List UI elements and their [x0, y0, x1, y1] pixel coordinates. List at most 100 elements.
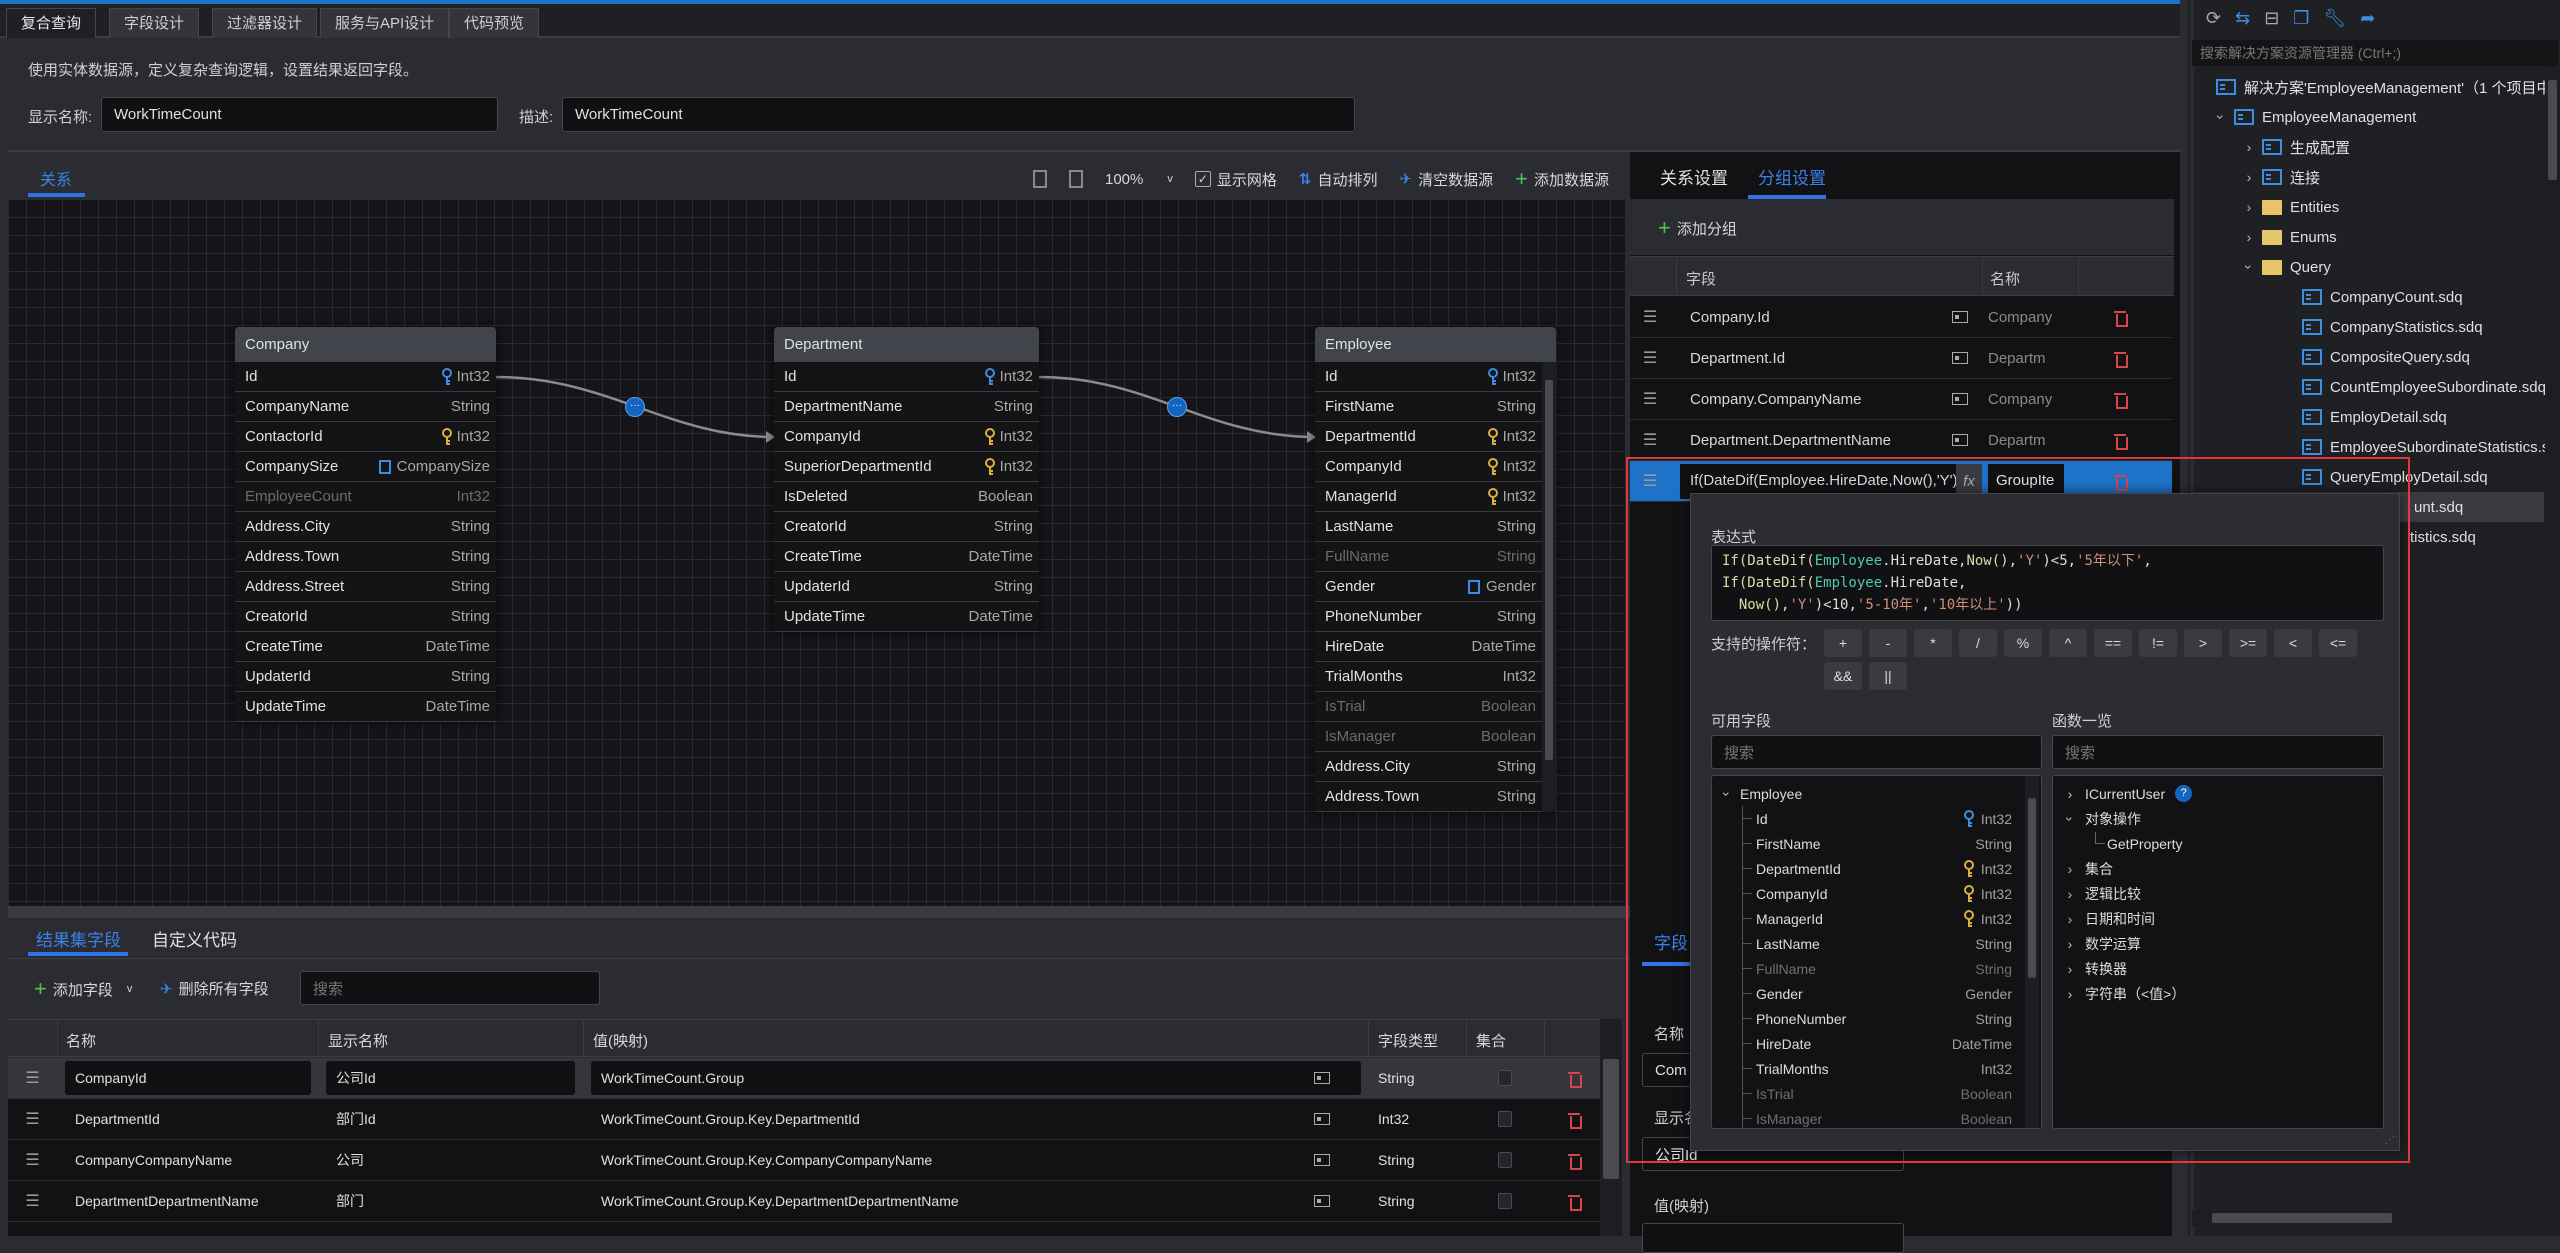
entity-field-row[interactable]: CreatorId String	[774, 512, 1039, 542]
operator-button[interactable]: %	[2004, 629, 2042, 657]
tab-field-design[interactable]: 字段设计	[109, 8, 200, 38]
chevron-right-icon[interactable]: ›	[2065, 936, 2075, 952]
operator-button[interactable]: >	[2184, 629, 2222, 657]
chevron-down-icon[interactable]: ›	[2213, 112, 2229, 122]
chevron-right-icon[interactable]: ›	[2244, 139, 2254, 155]
entity-field-row[interactable]: Address.Town String	[235, 542, 496, 572]
chevron-right-icon[interactable]: ›	[2065, 861, 2075, 877]
function-category[interactable]: › 集合	[2065, 856, 2113, 881]
operator-button[interactable]: <	[2274, 629, 2312, 657]
tree-field-item[interactable]: DepartmentId Int32	[1742, 856, 2012, 881]
tree-field-item[interactable]: FullName String	[1742, 956, 2012, 981]
explorer-item[interactable]: CountEmployeeSubordinate.sdq	[2188, 372, 2546, 402]
field-search-input[interactable]: 搜索	[300, 971, 600, 1005]
relation-canvas[interactable]: ··· ··· Company Id Int32 CompanyName String C…	[8, 199, 1625, 906]
entity-field-row[interactable]: IsTrial Boolean	[1315, 692, 1542, 722]
explorer-item[interactable]: EmployDetail.sdq	[2188, 402, 2544, 432]
chevron-right-icon[interactable]: ›	[2065, 986, 2075, 1002]
add-group-button[interactable]: + 添加分组	[1658, 215, 1737, 241]
sync-icon[interactable]: ⟳	[2206, 8, 2221, 29]
aggregate-checkbox[interactable]	[1498, 1111, 1512, 1127]
properties-wrench-icon[interactable]: 🔧︎	[2323, 8, 2346, 29]
drag-handle-icon[interactable]: ☰	[1630, 307, 1670, 327]
display-name-cell[interactable]: 公司Id	[326, 1061, 575, 1095]
entity-employee[interactable]: Employee Id Int32 FirstName String Department…	[1315, 327, 1556, 812]
entity-field-row[interactable]: UpdaterId String	[774, 572, 1039, 602]
mapping-icon[interactable]	[1314, 1154, 1330, 1166]
delete-icon[interactable]	[1568, 1152, 1582, 1170]
chevron-right-icon[interactable]: ›	[2244, 229, 2254, 245]
mapping-icon[interactable]	[1952, 393, 1968, 405]
entity-field-row[interactable]: Id Int32	[235, 362, 496, 392]
function-category[interactable]: › 逻辑比较	[2065, 881, 2141, 906]
mapping-icon[interactable]	[1952, 311, 1968, 323]
entity-field-row[interactable]: FullName String	[1315, 542, 1542, 572]
entity-field-row[interactable]: ContactorId Int32	[235, 422, 496, 452]
delete-all-fields-button[interactable]: ✈ 删除所有字段	[160, 978, 269, 999]
fields-scrollbar[interactable]	[2025, 776, 2039, 1128]
mapping-icon[interactable]	[1314, 1072, 1330, 1084]
add-source-button[interactable]: + 添加数据源	[1515, 166, 1609, 192]
chevron-right-icon[interactable]: ›	[2065, 886, 2075, 902]
drag-handle-icon[interactable]: ☰	[1630, 430, 1670, 450]
entity-field-row[interactable]: Address.City String	[235, 512, 496, 542]
tree-field-item[interactable]: Id Int32	[1742, 806, 2012, 831]
tab-code-preview[interactable]: 代码预览	[449, 8, 540, 38]
explorer-item[interactable]: QueryEmployDetail.sdq	[2188, 462, 2544, 492]
function-category[interactable]: › 对象操作	[2062, 806, 2141, 831]
chevron-right-icon[interactable]: ›	[2065, 911, 2075, 927]
tab-relation-settings[interactable]: 关系设置	[1660, 164, 1728, 189]
entity-field-row[interactable]: CompanyId Int32	[774, 422, 1039, 452]
tree-field-item[interactable]: IsTrial Boolean	[1742, 1081, 2012, 1106]
group-field[interactable]: Department.DepartmentName	[1680, 432, 1970, 449]
drag-handle-icon[interactable]: ☰	[13, 1150, 53, 1170]
value-cell[interactable]: WorkTimeCount.Group	[591, 1061, 1361, 1095]
entity-field-row[interactable]: CreatorId String	[235, 602, 496, 632]
result-row[interactable]: ☰ CompanyId 公司Id WorkTimeCount.Group String	[8, 1058, 1600, 1099]
drag-handle-icon[interactable]: ☰	[1630, 389, 1670, 409]
chevron-right-icon[interactable]: ›	[2244, 169, 2254, 185]
entity-company[interactable]: Company Id Int32 CompanyName String Contactor…	[235, 327, 496, 722]
tab-custom-code[interactable]: 自定义代码	[152, 926, 237, 951]
delete-icon[interactable]	[1568, 1070, 1582, 1088]
tab-field[interactable]: 字段	[1654, 929, 1688, 954]
delete-icon[interactable]	[2114, 350, 2128, 368]
entity-field-row[interactable]: EmployeeCount Int32	[235, 482, 496, 512]
operator-button[interactable]: /	[1959, 629, 1997, 657]
result-table-scrollbar[interactable]	[1600, 1019, 1622, 1236]
operator-button[interactable]: +	[1824, 629, 1862, 657]
explorer-item[interactable]: › Query	[2188, 252, 2544, 282]
group-field[interactable]: Company.Id	[1680, 309, 1970, 326]
description-input[interactable]: WorkTimeCount	[562, 97, 1355, 132]
delete-icon[interactable]	[2114, 473, 2128, 491]
drag-handle-icon[interactable]: ☰	[13, 1191, 53, 1211]
entity-field-row[interactable]: Id Int32	[774, 362, 1039, 392]
explorer-item[interactable]: CompanyCount.sdq	[2188, 282, 2544, 312]
help-icon[interactable]: ?	[2175, 785, 2193, 802]
operator-button[interactable]: *	[1914, 629, 1952, 657]
delete-icon[interactable]	[2114, 309, 2128, 327]
function-category[interactable]: › 日期和时间	[2065, 906, 2155, 931]
entity-field-row[interactable]: FirstName String	[1315, 392, 1542, 422]
entity-field-row[interactable]: CompanyName String	[235, 392, 496, 422]
entity-field-row[interactable]: IsManager Boolean	[1315, 722, 1542, 752]
entity-field-row[interactable]: Id Int32	[1315, 362, 1542, 392]
function-category[interactable]: › 字符串（<值>）	[2065, 981, 2186, 1006]
group-field[interactable]: Department.Id	[1680, 350, 1970, 367]
drag-handle-icon[interactable]: ☰	[1630, 348, 1670, 368]
function-item[interactable]: GetProperty	[2095, 831, 2182, 856]
explorer-item[interactable]: 解决方案'EmployeeManagement'（1 个项目中的	[2188, 72, 2560, 102]
entity-field-row[interactable]: IsDeleted Boolean	[774, 482, 1039, 512]
entity-title[interactable]: Employee	[1315, 327, 1556, 362]
group-name[interactable]: Departm	[1988, 350, 2068, 367]
group-row[interactable]: ☰ Company.CompanyName Company	[1630, 379, 2172, 420]
function-category[interactable]: › 转换器	[2065, 956, 2127, 981]
expression-input[interactable]: If(DateDif(Employee.HireDate,Now(),'Y')<…	[1711, 545, 2384, 621]
entity-field-row[interactable]: TrialMonths Int32	[1315, 662, 1542, 692]
zoom-out-icon[interactable]	[1069, 170, 1083, 188]
result-row[interactable]: ☰ DepartmentDepartmentName 部门 WorkTimeCount…	[8, 1181, 1600, 1222]
chevron-right-icon[interactable]: ›	[2065, 786, 2075, 802]
tree-field-item[interactable]: HireDate DateTime	[1742, 1031, 2012, 1056]
group-row[interactable]: ☰ Company.Id Company	[1630, 297, 2172, 338]
zoom-in-icon[interactable]	[1033, 170, 1047, 188]
